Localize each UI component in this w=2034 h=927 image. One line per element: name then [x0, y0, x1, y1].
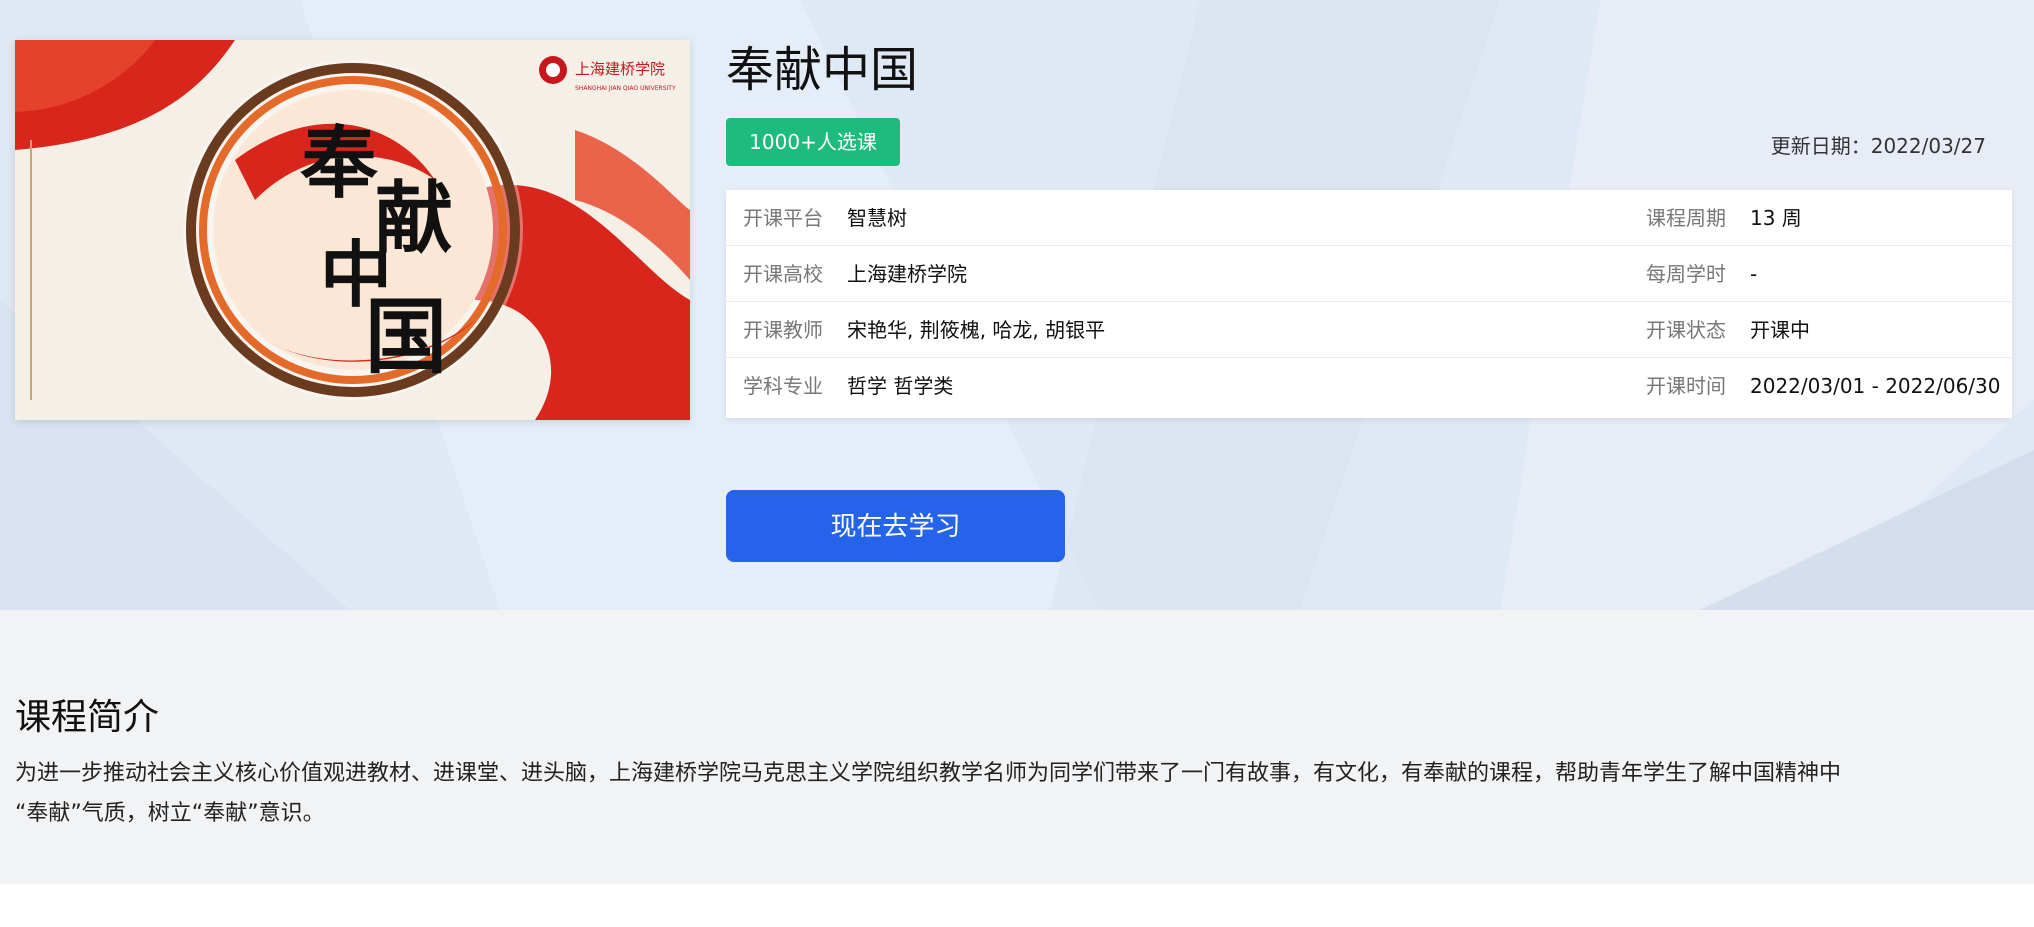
info-label: 开课平台 — [743, 206, 823, 230]
info-label: 开课高校 — [743, 262, 823, 286]
info-label: 课程周期 — [1646, 206, 1726, 230]
info-row: 开课教师 宋艳华, 荆筱槐, 哈龙, 胡银平 开课状态 开课中 — [726, 302, 2012, 358]
info-label: 开课状态 — [1646, 318, 1726, 342]
info-value: - — [1750, 262, 1758, 286]
info-label: 开课时间 — [1646, 374, 1726, 398]
info-value: 宋艳华, 荆筱槐, 哈龙, 胡银平 — [847, 318, 1106, 342]
update-date: 更新日期：2022/03/27 — [1771, 130, 1986, 159]
info-row: 学科专业 哲学 哲学类 开课时间 2022/03/01 - 2022/06/30 — [726, 358, 2012, 414]
info-value: 智慧树 — [847, 206, 907, 230]
info-row: 开课高校 上海建桥学院 每周学时 - — [726, 246, 2012, 302]
info-value: 2022/03/01 - 2022/06/30 — [1750, 374, 2001, 398]
intro-title: 课程简介 — [15, 697, 160, 738]
start-learning-button[interactable]: 现在去学习 — [726, 490, 1065, 562]
intro-text: 为进一步推动社会主义核心价值观进教材、进课堂、进头脑，上海建桥学院马克思主义学院… — [15, 754, 2015, 834]
enroll-count-badge: 1000+人选课 — [726, 118, 900, 166]
update-date-value: 2022/03/27 — [1870, 134, 1986, 158]
cover-logo-text: 上海建桥学院 — [575, 60, 665, 78]
course-title: 奉献中国 — [726, 42, 919, 98]
intro-text-line: 为进一步推动社会主义核心价值观进教材、进课堂、进头脑，上海建桥学院马克思主义学院… — [15, 761, 1842, 786]
info-label: 学科专业 — [743, 374, 823, 398]
update-date-label: 更新日期： — [1770, 134, 1871, 158]
info-value: 13 周 — [1750, 206, 1802, 230]
info-row: 开课平台 智慧树 课程周期 13 周 — [726, 190, 2012, 246]
info-label: 开课教师 — [743, 318, 823, 342]
course-cover-image[interactable]: 上海建桥学院 SHANGHAI JIAN QIAO UNIVERSITY 奉 献… — [15, 40, 690, 420]
cover-logo-subtext: SHANGHAI JIAN QIAO UNIVERSITY — [575, 85, 676, 92]
cover-char-1: 奉 — [300, 118, 378, 209]
intro-text-line: “奉献”气质，树立“奉献”意识。 — [15, 801, 325, 826]
info-value: 哲学 哲学类 — [847, 374, 954, 398]
course-hero: 上海建桥学院 SHANGHAI JIAN QIAO UNIVERSITY 奉 献… — [0, 0, 2034, 610]
info-label: 每周学时 — [1646, 262, 1726, 286]
course-intro-section: 课程简介 为进一步推动社会主义核心价值观进教材、进课堂、进头脑，上海建桥学院马克… — [0, 610, 2034, 884]
info-value: 上海建桥学院 — [847, 262, 967, 286]
info-value: 开课中 — [1750, 318, 1810, 342]
course-info-table: 开课平台 智慧树 课程周期 13 周 开课高校 上海建桥学院 每周学时 - 开课… — [726, 190, 2012, 418]
cover-char-4: 国 — [365, 289, 447, 385]
